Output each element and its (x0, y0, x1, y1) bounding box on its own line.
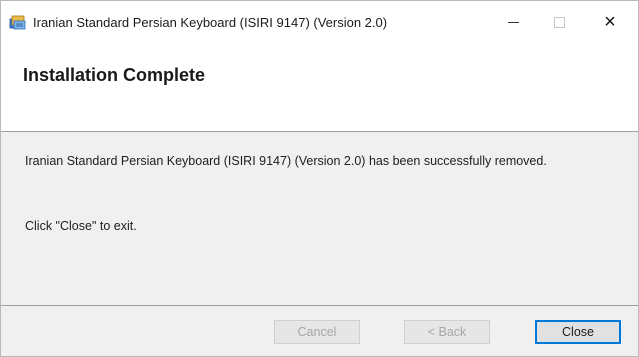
button-bar: Cancel < Back Close (1, 306, 638, 356)
header-band: Installation Complete (1, 43, 638, 132)
maximize-icon (553, 16, 565, 28)
page-title: Installation Complete (23, 65, 206, 85)
installer-window: Iranian Standard Persian Keyboard (ISIRI… (0, 0, 639, 357)
maximize-button[interactable] (536, 1, 582, 43)
status-message: Iranian Standard Persian Keyboard (ISIRI… (25, 154, 547, 168)
minimize-button[interactable] (490, 1, 536, 43)
minimize-icon (507, 21, 519, 23)
close-icon: × (604, 11, 616, 33)
title-bar[interactable]: Iranian Standard Persian Keyboard (ISIRI… (1, 1, 638, 43)
content-area: Iranian Standard Persian Keyboard (ISIRI… (1, 132, 638, 292)
window-title: Iranian Standard Persian Keyboard (ISIRI… (33, 14, 388, 30)
cancel-button[interactable]: Cancel (274, 320, 360, 344)
close-button[interactable]: Close (535, 320, 621, 344)
window-controls: × (490, 1, 638, 43)
installer-icon (9, 15, 26, 30)
close-window-button[interactable]: × (582, 1, 638, 43)
back-button[interactable]: < Back (404, 320, 490, 344)
exit-hint: Click "Close" to exit. (25, 219, 137, 233)
